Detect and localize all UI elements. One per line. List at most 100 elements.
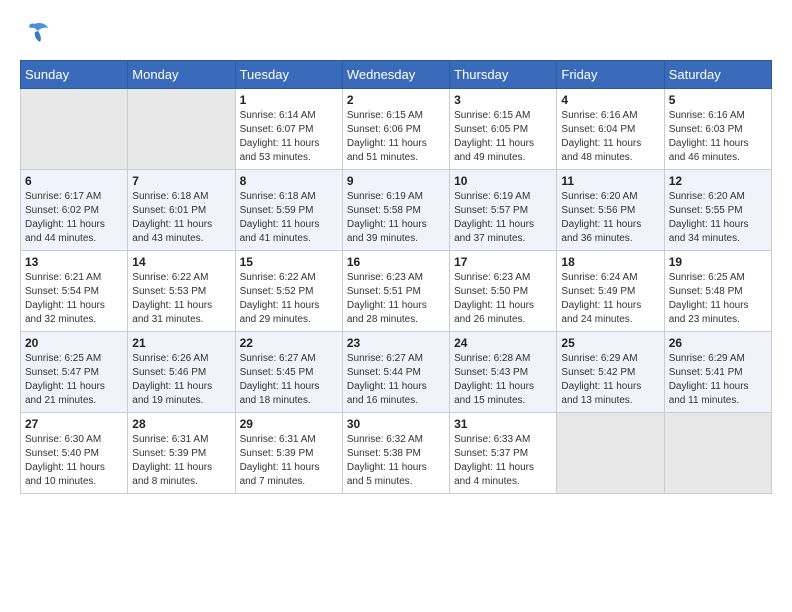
day-number: 29 xyxy=(240,417,338,431)
day-number: 27 xyxy=(25,417,123,431)
day-number: 6 xyxy=(25,174,123,188)
day-number: 9 xyxy=(347,174,445,188)
day-number: 15 xyxy=(240,255,338,269)
calendar-cell: 2 Sunrise: 6:15 AMSunset: 6:06 PMDaylight… xyxy=(342,89,449,170)
day-header: Tuesday xyxy=(235,61,342,89)
calendar-cell: 26 Sunrise: 6:29 AMSunset: 5:41 PMDayligh… xyxy=(664,332,771,413)
day-info: Sunrise: 6:25 AMSunset: 5:48 PMDaylight:… xyxy=(669,271,767,327)
day-header: Friday xyxy=(557,61,664,89)
calendar-cell: 15 Sunrise: 6:22 AMSunset: 5:52 PMDayligh… xyxy=(235,251,342,332)
calendar-cell: 12 Sunrise: 6:20 AMSunset: 5:55 PMDayligh… xyxy=(664,170,771,251)
day-number: 31 xyxy=(454,417,552,431)
calendar-cell: 21 Sunrise: 6:26 AMSunset: 5:46 PMDayligh… xyxy=(128,332,235,413)
day-info: Sunrise: 6:14 AMSunset: 6:07 PMDaylight:… xyxy=(240,109,338,165)
logo-bird-icon xyxy=(20,20,50,44)
day-number: 25 xyxy=(561,336,659,350)
calendar-cell: 6Sunrise: 6:17 AMSunset: 6:02 PMDaylight… xyxy=(21,170,128,251)
calendar-cell xyxy=(557,413,664,494)
calendar-cell: 25 Sunrise: 6:29 AMSunset: 5:42 PMDayligh… xyxy=(557,332,664,413)
day-info: Sunrise: 6:22 AMSunset: 5:52 PMDaylight:… xyxy=(240,271,338,327)
day-info: Sunrise: 6:29 AMSunset: 5:42 PMDaylight:… xyxy=(561,352,659,408)
day-info: Sunrise: 6:24 AMSunset: 5:49 PMDaylight:… xyxy=(561,271,659,327)
day-header: Monday xyxy=(128,61,235,89)
day-info: Sunrise: 6:26 AMSunset: 5:46 PMDaylight:… xyxy=(132,352,230,408)
day-number: 7 xyxy=(132,174,230,188)
calendar-cell: 17 Sunrise: 6:23 AMSunset: 5:50 PMDayligh… xyxy=(450,251,557,332)
calendar-cell: 20 Sunrise: 6:25 AMSunset: 5:47 PMDayligh… xyxy=(21,332,128,413)
day-number: 13 xyxy=(25,255,123,269)
day-number: 23 xyxy=(347,336,445,350)
day-number: 5 xyxy=(669,93,767,107)
day-info: Sunrise: 6:29 AMSunset: 5:41 PMDaylight:… xyxy=(669,352,767,408)
day-info: Sunrise: 6:15 AMSunset: 6:05 PMDaylight:… xyxy=(454,109,552,165)
day-info: Sunrise: 6:30 AMSunset: 5:40 PMDaylight:… xyxy=(25,433,123,489)
day-number: 24 xyxy=(454,336,552,350)
day-info: Sunrise: 6:25 AMSunset: 5:47 PMDaylight:… xyxy=(25,352,123,408)
day-header: Sunday xyxy=(21,61,128,89)
day-info: Sunrise: 6:18 AMSunset: 6:01 PMDaylight:… xyxy=(132,190,230,246)
calendar-cell: 10 Sunrise: 6:19 AMSunset: 5:57 PMDayligh… xyxy=(450,170,557,251)
calendar-cell: 27 Sunrise: 6:30 AMSunset: 5:40 PMDayligh… xyxy=(21,413,128,494)
day-number: 1 xyxy=(240,93,338,107)
day-info: Sunrise: 6:23 AMSunset: 5:51 PMDaylight:… xyxy=(347,271,445,327)
day-info: Sunrise: 6:31 AMSunset: 5:39 PMDaylight:… xyxy=(132,433,230,489)
page-header xyxy=(20,20,772,44)
day-info: Sunrise: 6:21 AMSunset: 5:54 PMDaylight:… xyxy=(25,271,123,327)
day-info: Sunrise: 6:19 AMSunset: 5:57 PMDaylight:… xyxy=(454,190,552,246)
day-number: 14 xyxy=(132,255,230,269)
calendar-cell: 13 Sunrise: 6:21 AMSunset: 5:54 PMDayligh… xyxy=(21,251,128,332)
day-number: 20 xyxy=(25,336,123,350)
day-number: 26 xyxy=(669,336,767,350)
calendar-cell: 4 Sunrise: 6:16 AMSunset: 6:04 PMDaylight… xyxy=(557,89,664,170)
day-info: Sunrise: 6:31 AMSunset: 5:39 PMDaylight:… xyxy=(240,433,338,489)
day-number: 18 xyxy=(561,255,659,269)
day-info: Sunrise: 6:16 AMSunset: 6:04 PMDaylight:… xyxy=(561,109,659,165)
calendar-cell: 11Sunrise: 6:20 AMSunset: 5:56 PMDayligh… xyxy=(557,170,664,251)
day-number: 4 xyxy=(561,93,659,107)
day-info: Sunrise: 6:27 AMSunset: 5:45 PMDaylight:… xyxy=(240,352,338,408)
day-info: Sunrise: 6:28 AMSunset: 5:43 PMDaylight:… xyxy=(454,352,552,408)
day-number: 19 xyxy=(669,255,767,269)
day-info: Sunrise: 6:20 AMSunset: 5:55 PMDaylight:… xyxy=(669,190,767,246)
calendar-cell: 3 Sunrise: 6:15 AMSunset: 6:05 PMDaylight… xyxy=(450,89,557,170)
calendar-cell: 24 Sunrise: 6:28 AMSunset: 5:43 PMDayligh… xyxy=(450,332,557,413)
calendar-cell: 14 Sunrise: 6:22 AMSunset: 5:53 PMDayligh… xyxy=(128,251,235,332)
day-number: 12 xyxy=(669,174,767,188)
calendar-cell: 5 Sunrise: 6:16 AMSunset: 6:03 PMDaylight… xyxy=(664,89,771,170)
day-info: Sunrise: 6:19 AMSunset: 5:58 PMDaylight:… xyxy=(347,190,445,246)
day-number: 8 xyxy=(240,174,338,188)
calendar-cell: 7 Sunrise: 6:18 AMSunset: 6:01 PMDaylight… xyxy=(128,170,235,251)
day-info: Sunrise: 6:15 AMSunset: 6:06 PMDaylight:… xyxy=(347,109,445,165)
day-info: Sunrise: 6:18 AMSunset: 5:59 PMDaylight:… xyxy=(240,190,338,246)
logo xyxy=(20,20,54,44)
day-number: 3 xyxy=(454,93,552,107)
calendar-cell: 23 Sunrise: 6:27 AMSunset: 5:44 PMDayligh… xyxy=(342,332,449,413)
day-number: 30 xyxy=(347,417,445,431)
day-info: Sunrise: 6:32 AMSunset: 5:38 PMDaylight:… xyxy=(347,433,445,489)
day-number: 28 xyxy=(132,417,230,431)
calendar-cell: 1 Sunrise: 6:14 AMSunset: 6:07 PMDaylight… xyxy=(235,89,342,170)
day-header: Thursday xyxy=(450,61,557,89)
day-number: 2 xyxy=(347,93,445,107)
calendar-cell xyxy=(128,89,235,170)
day-info: Sunrise: 6:23 AMSunset: 5:50 PMDaylight:… xyxy=(454,271,552,327)
day-info: Sunrise: 6:16 AMSunset: 6:03 PMDaylight:… xyxy=(669,109,767,165)
calendar-cell: 29 Sunrise: 6:31 AMSunset: 5:39 PMDayligh… xyxy=(235,413,342,494)
day-number: 22 xyxy=(240,336,338,350)
day-number: 21 xyxy=(132,336,230,350)
day-number: 17 xyxy=(454,255,552,269)
day-info: Sunrise: 6:22 AMSunset: 5:53 PMDaylight:… xyxy=(132,271,230,327)
day-number: 10 xyxy=(454,174,552,188)
day-info: Sunrise: 6:33 AMSunset: 5:37 PMDaylight:… xyxy=(454,433,552,489)
day-info: Sunrise: 6:27 AMSunset: 5:44 PMDaylight:… xyxy=(347,352,445,408)
calendar-cell: 28 Sunrise: 6:31 AMSunset: 5:39 PMDayligh… xyxy=(128,413,235,494)
calendar-cell: 19 Sunrise: 6:25 AMSunset: 5:48 PMDayligh… xyxy=(664,251,771,332)
calendar-cell: 9 Sunrise: 6:19 AMSunset: 5:58 PMDaylight… xyxy=(342,170,449,251)
calendar-cell: 31 Sunrise: 6:33 AMSunset: 5:37 PMDayligh… xyxy=(450,413,557,494)
day-info: Sunrise: 6:20 AMSunset: 5:56 PMDaylight:… xyxy=(561,190,659,246)
day-number: 16 xyxy=(347,255,445,269)
calendar-cell xyxy=(21,89,128,170)
calendar-table: SundayMondayTuesdayWednesdayThursdayFrid… xyxy=(20,60,772,494)
calendar-cell xyxy=(664,413,771,494)
calendar-cell: 18 Sunrise: 6:24 AMSunset: 5:49 PMDayligh… xyxy=(557,251,664,332)
